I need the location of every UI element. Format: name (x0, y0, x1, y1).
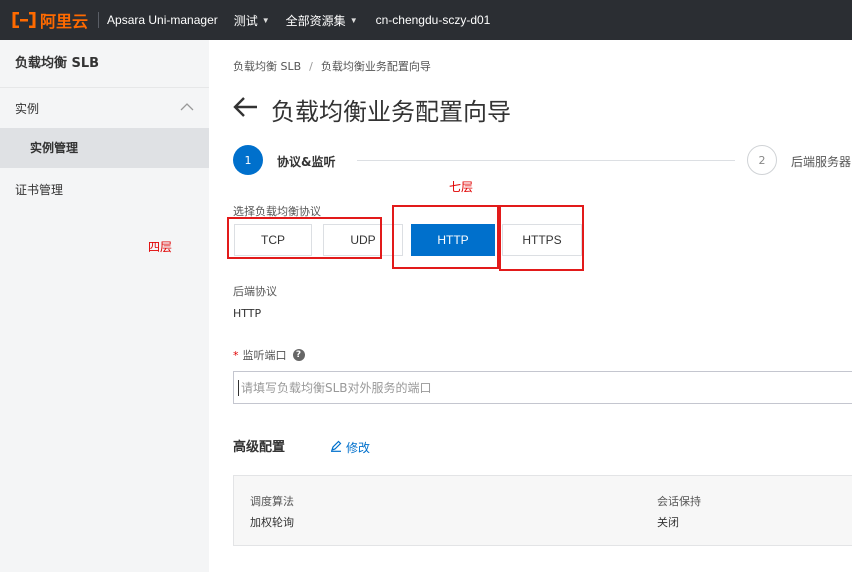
region-selector[interactable]: cn-chengdu-sczy-d01 (376, 13, 491, 27)
nav-resources-label: 全部资源集 (285, 13, 346, 28)
advanced-config-panel: 调度算法 加权轮询 会话保持 关闭 (233, 475, 852, 546)
required-mark: * (233, 348, 239, 362)
caret-down-icon: ▼ (261, 15, 270, 25)
annotation-box-layer7-https (499, 205, 584, 271)
page-title: 负载均衡业务配置向导 (271, 98, 511, 126)
nav-test-label: 测试 (233, 13, 258, 28)
back-arrow-icon[interactable] (233, 96, 259, 123)
sidebar-group-label: 实例 (15, 101, 40, 116)
nav-test-dropdown[interactable]: 测试 ▼ (234, 12, 270, 29)
scheduling-algorithm-key: 调度算法 (250, 495, 294, 508)
sidebar: 负载均衡 SLB 实例 实例管理 证书管理 (0, 40, 209, 572)
edit-label: 修改 (346, 441, 371, 455)
advanced-config-title: 高级配置 (233, 440, 286, 455)
session-persistence-key: 会话保持 (657, 495, 701, 508)
text-cursor (238, 379, 239, 396)
sidebar-item-certificate-management[interactable]: 证书管理 (0, 168, 209, 212)
step-1-circle: 1 (233, 145, 263, 175)
port-label-row: * 监听端口 ? (233, 347, 305, 363)
breadcrumb-parent-link[interactable]: 负载均衡 SLB (233, 58, 301, 74)
port-label: 监听端口 (242, 349, 287, 362)
logo-divider (98, 12, 100, 28)
breadcrumb-current: 负载均衡业务配置向导 (320, 60, 431, 73)
breadcrumb: 负载均衡 SLB / 负载均衡业务配置向导 (233, 58, 431, 74)
step-connector (357, 160, 735, 161)
annotation-box-layer4 (227, 217, 382, 259)
logo-text: 阿里云 (40, 12, 89, 31)
backend-protocol-value: HTTP (233, 307, 262, 320)
scheduling-algorithm-value: 加权轮询 (250, 516, 294, 529)
backend-protocol-label: 后端协议 (233, 285, 277, 298)
top-navigation-bar: 阿里云 Apsara Uni-manager 测试 ▼ 全部资源集 ▼ cn-c… (0, 0, 852, 40)
aliyun-logo-icon (12, 12, 36, 28)
caret-down-icon: ▼ (349, 15, 358, 25)
product-name[interactable]: Apsara Uni-manager (107, 13, 218, 27)
step-2-label: 后端服务器 (791, 155, 852, 169)
annotation-layer4: 四层 (148, 240, 173, 254)
listening-port-input[interactable] (241, 380, 841, 395)
help-icon[interactable]: ? (292, 349, 305, 361)
advanced-edit-link[interactable]: 修改 (330, 439, 370, 456)
sidebar-title: 负载均衡 SLB (0, 40, 209, 88)
session-persistence-value: 关闭 (657, 516, 679, 529)
sidebar-item-instance-management[interactable]: 实例管理 (0, 128, 209, 168)
page-title-row: 负载均衡业务配置向导 (233, 92, 511, 127)
port-input-wrapper[interactable] (233, 371, 852, 404)
edit-pencil-icon (330, 440, 342, 455)
annotation-layer7: 七层 (449, 180, 474, 194)
step-1-label: 协议&监听 (277, 155, 336, 169)
annotation-box-layer7-http (392, 205, 499, 269)
nav-resources-dropdown[interactable]: 全部资源集 ▼ (286, 12, 358, 29)
sidebar-group-instances[interactable]: 实例 (0, 88, 209, 128)
chevron-up-icon (180, 100, 194, 116)
aliyun-logo[interactable]: 阿里云 (12, 0, 88, 40)
wizard-steps: 1 协议&监听 2 后端服务器 (233, 145, 852, 177)
breadcrumb-separator: / (309, 59, 313, 73)
step-2-circle: 2 (747, 145, 777, 175)
